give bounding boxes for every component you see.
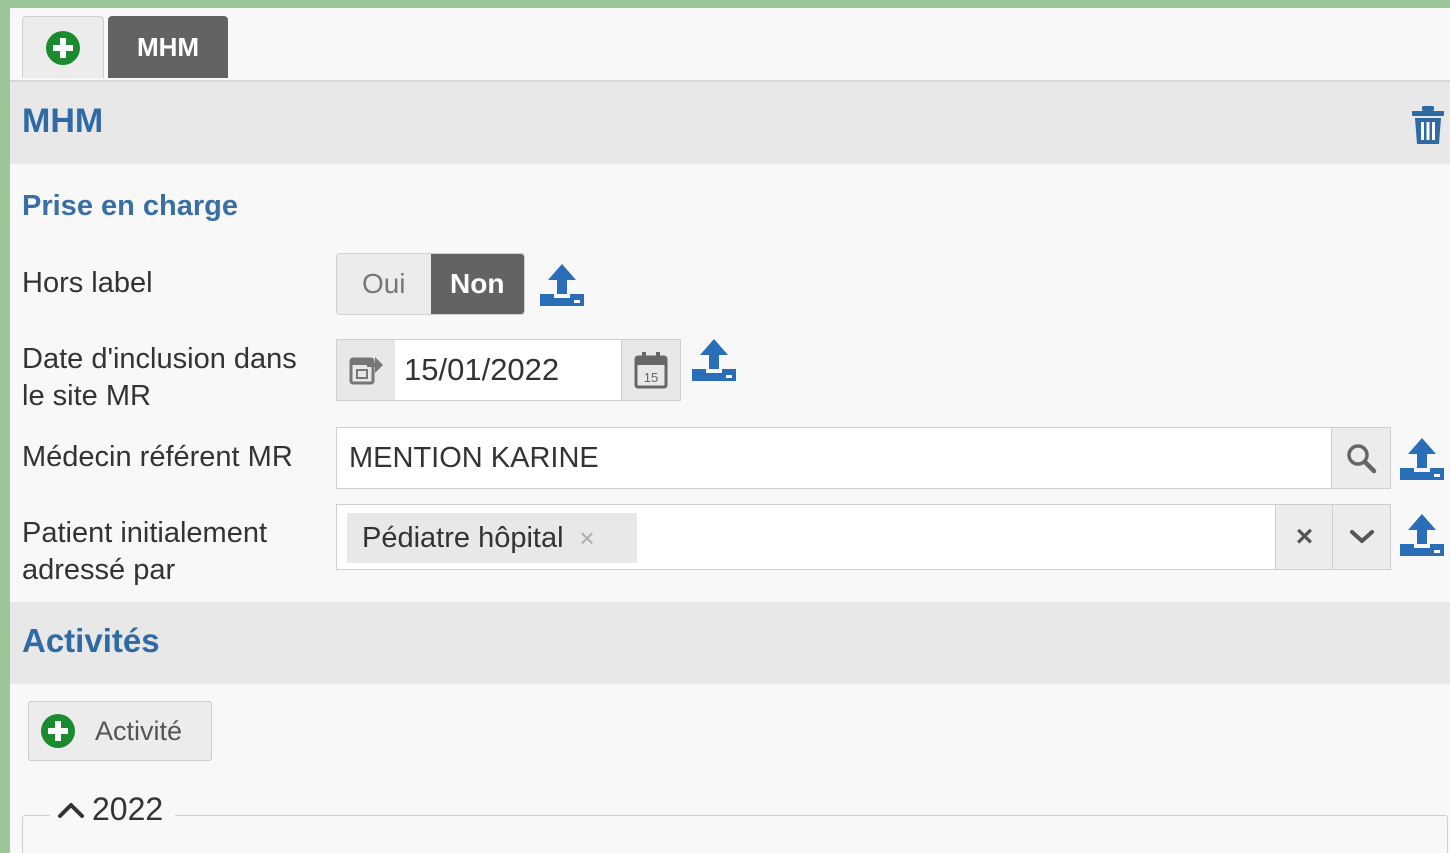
patient-adresse-label-line2: adressé par — [22, 554, 176, 586]
date-inclusion-input[interactable] — [395, 340, 621, 400]
section-title: MHM — [22, 102, 104, 140]
add-activity-button[interactable]: Activité — [28, 701, 212, 761]
patient-adresse-label: Patient initialement adressé par — [22, 515, 267, 589]
upload-button-hors-label[interactable] — [540, 264, 584, 311]
toggle-non[interactable]: Non — [430, 254, 524, 314]
chip-remove-icon[interactable]: × — [580, 525, 595, 551]
hors-label-label: Hors label — [22, 267, 153, 299]
chevron-down-icon — [1349, 530, 1374, 543]
upload-icon — [1400, 438, 1444, 480]
selected-chip: Pédiatre hôpital × — [347, 513, 637, 563]
upload-icon — [692, 339, 736, 381]
form-panel: MHM MHM Prise en charge Hors label Oui N… — [10, 8, 1450, 853]
clear-selection-button[interactable]: × — [1275, 505, 1333, 569]
calendar-picker-button[interactable]: 15 — [621, 340, 680, 400]
upload-icon — [540, 264, 584, 306]
subheading-prise-en-charge: Prise en charge — [22, 190, 238, 222]
date-inclusion-label-line1: Date d'inclusion dans — [22, 343, 297, 375]
date-inclusion-label-line2: le site MR — [22, 380, 151, 412]
medecin-referent-input[interactable] — [337, 428, 1331, 488]
date-inclusion-label: Date d'inclusion dans le site MR — [22, 341, 297, 415]
search-icon — [1347, 444, 1377, 474]
trash-icon — [1412, 106, 1444, 144]
dropdown-toggle-button[interactable] — [1332, 505, 1390, 569]
section-title-activites: Activités — [22, 622, 160, 659]
upload-button-date[interactable] — [692, 339, 736, 386]
medecin-referent-label: Médecin référent MR — [22, 441, 293, 473]
delete-button[interactable] — [1412, 106, 1444, 149]
add-activity-label: Activité — [95, 715, 183, 746]
svg-text:15: 15 — [644, 370, 658, 385]
calendar-icon: 15 — [634, 352, 668, 389]
year-group-fieldset — [22, 815, 1448, 853]
toggle-oui[interactable]: Oui — [337, 254, 431, 314]
section-header-activites: Activités — [10, 602, 1450, 684]
chevron-up-icon — [58, 802, 84, 818]
upload-button-patient[interactable] — [1400, 514, 1444, 561]
today-date-button[interactable] — [337, 340, 396, 400]
tab-mhm[interactable]: MHM — [108, 16, 228, 78]
selected-chip-label: Pédiatre hôpital — [362, 521, 564, 554]
calendar-today-icon — [349, 357, 383, 385]
patient-adresse-label-line1: Patient initialement — [22, 517, 268, 549]
search-button[interactable] — [1331, 428, 1390, 488]
upload-button-medecin[interactable] — [1400, 438, 1444, 485]
date-inclusion-field: 15 — [336, 339, 681, 401]
plus-circle-icon — [41, 714, 75, 748]
add-tab-button[interactable] — [22, 16, 104, 78]
plus-circle-icon — [46, 30, 80, 65]
section-header-mhm: MHM — [10, 82, 1450, 164]
upload-icon — [1400, 514, 1444, 556]
medecin-referent-field — [336, 427, 1391, 489]
patient-adresse-select[interactable]: Pédiatre hôpital × × — [336, 504, 1391, 570]
tab-bar: MHM — [10, 8, 1450, 82]
hors-label-toggle: Oui Non — [336, 253, 525, 315]
year-group-toggle[interactable]: 2022 — [50, 791, 176, 828]
year-group-label: 2022 — [92, 791, 164, 827]
